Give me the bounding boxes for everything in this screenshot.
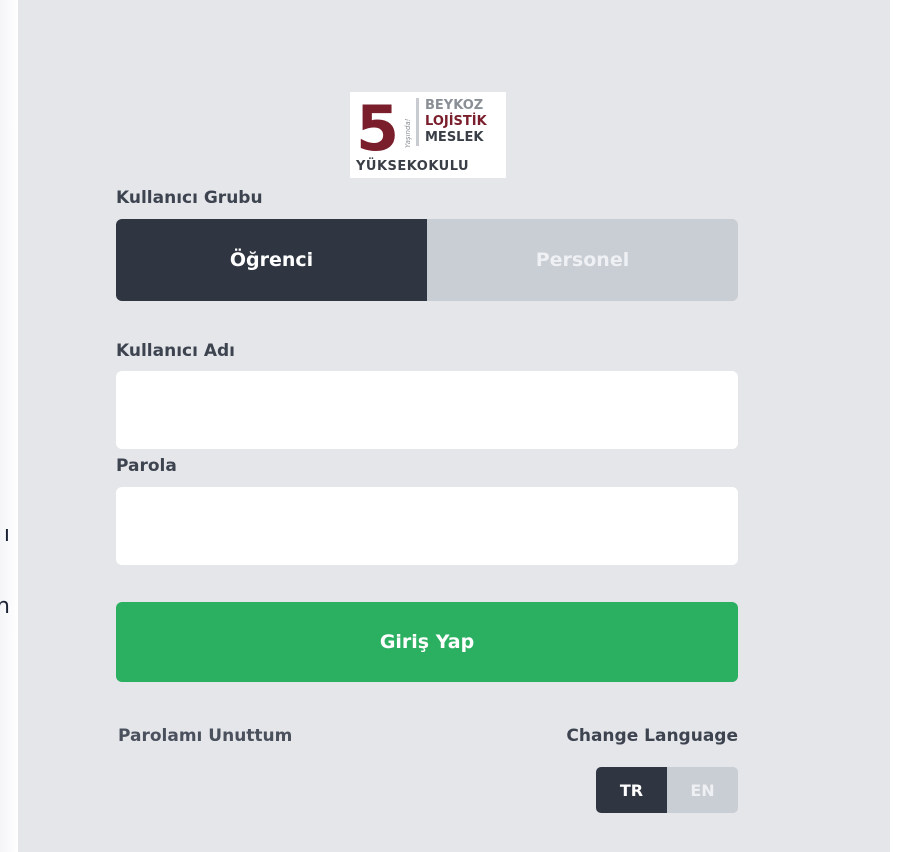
option-personel-button[interactable]: Personel bbox=[427, 219, 738, 301]
username-input[interactable] bbox=[116, 371, 738, 449]
logo-bottom-text: YÜKSEKOKULU bbox=[355, 158, 469, 174]
password-input[interactable] bbox=[116, 487, 738, 565]
user-group-label: Kullanıcı Grubu bbox=[116, 188, 263, 208]
login-button[interactable]: Giriş Yap bbox=[116, 602, 738, 682]
logo-number: 5 bbox=[356, 92, 399, 165]
school-logo: 5 Yaşında! BEYKOZ LOJİSTİK MESLEK YÜKSEK… bbox=[350, 92, 506, 178]
forgot-password-link[interactable]: Parolamı Unuttum bbox=[118, 726, 292, 746]
change-language-label: Change Language bbox=[566, 726, 738, 746]
logo-line-3: MESLEK bbox=[425, 130, 484, 145]
user-group-selector: Öğrenci Personel bbox=[116, 219, 738, 301]
logo-line-2: LOJİSTİK bbox=[425, 113, 488, 129]
password-label: Parola bbox=[116, 456, 177, 476]
logo-vertical-word: Yaşında! bbox=[404, 118, 412, 148]
language-en-button[interactable]: EN bbox=[667, 767, 738, 813]
logo-line-1: BEYKOZ bbox=[425, 98, 483, 113]
background-strip bbox=[0, 0, 18, 852]
background-text-fragment: ı bbox=[3, 522, 10, 547]
background-text-fragment: n bbox=[0, 594, 10, 619]
username-label: Kullanıcı Adı bbox=[116, 341, 236, 361]
language-toggle: TR EN bbox=[596, 767, 738, 813]
option-ogrenci-button[interactable]: Öğrenci bbox=[116, 219, 427, 301]
language-tr-button[interactable]: TR bbox=[596, 767, 667, 813]
